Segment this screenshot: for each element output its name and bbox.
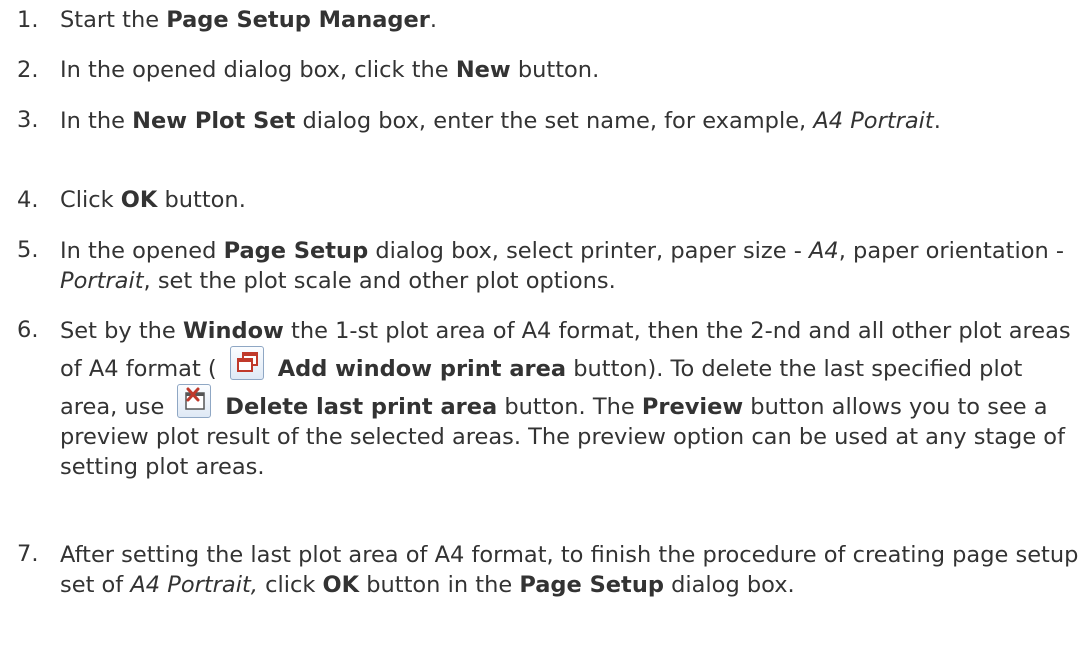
text-segment: click <box>257 572 323 598</box>
step-text: In the opened Page Setup dialog box, sel… <box>60 236 1080 296</box>
paper-size: A4 <box>809 238 839 264</box>
text-segment: Start the <box>60 7 167 33</box>
ui-term: OK <box>322 572 360 598</box>
text-segment: button in the <box>359 572 520 598</box>
step-number: 1. <box>17 7 39 33</box>
ui-term: Preview <box>641 394 744 420</box>
step-text: In the New Plot Set dialog box, enter th… <box>60 106 1080 136</box>
ui-term: New <box>455 57 511 83</box>
text-segment: dialog box. <box>663 572 795 598</box>
text-segment: . <box>429 7 438 33</box>
example-name: A4 Portrait <box>813 108 934 134</box>
text-segment: . <box>933 108 941 134</box>
text-segment: dialog box, select printer, paper size - <box>368 238 810 264</box>
step-text: Start the Page Setup Manager. <box>60 6 1080 35</box>
text-segment: , set the plot scale and other plot opti… <box>143 268 616 294</box>
step-number: 2. <box>17 57 39 83</box>
step-number: 4. <box>17 187 39 213</box>
ui-term: Add window print area <box>269 356 567 382</box>
step-number: 5. <box>17 237 39 263</box>
text-segment: Set by the <box>60 318 183 344</box>
ui-term: Page Setup Manager <box>166 7 430 33</box>
text-segment: Click <box>60 187 121 213</box>
step-text: In the opened dialog box, click the New … <box>60 56 1080 85</box>
step-number: 7. <box>17 541 39 567</box>
ui-term: Window <box>182 318 284 344</box>
text-segment: In the opened <box>60 238 224 264</box>
ui-term: Delete last print area <box>217 394 498 420</box>
step-number: 3. <box>17 107 39 133</box>
set-name: A4 Portrait, <box>130 572 258 598</box>
paper-orientation: Portrait <box>60 268 144 294</box>
add-window-print-area-icon <box>229 346 264 380</box>
ui-term: Page Setup <box>223 238 369 264</box>
text-segment: In the <box>60 108 133 134</box>
text-segment: , paper orientation - <box>838 238 1064 264</box>
delete-last-print-area-icon <box>177 384 212 418</box>
text-segment: button. <box>157 187 246 213</box>
text-segment: In the opened dialog box, click the <box>60 57 456 83</box>
step-number: 6. <box>17 317 39 343</box>
text-segment: button. The <box>497 394 642 420</box>
step-text: Click OK button. <box>60 186 1080 215</box>
text-segment: button. <box>510 57 600 83</box>
ui-term: Page Setup <box>519 572 664 598</box>
step-text: Set by the Window the 1-st plot area of … <box>60 316 1080 482</box>
step-text: After setting the last plot area of A4 f… <box>60 540 1080 600</box>
ui-term: OK <box>120 187 158 213</box>
ui-term: New Plot Set <box>132 108 296 134</box>
text-segment: dialog box, enter the set name, for exam… <box>295 108 814 134</box>
